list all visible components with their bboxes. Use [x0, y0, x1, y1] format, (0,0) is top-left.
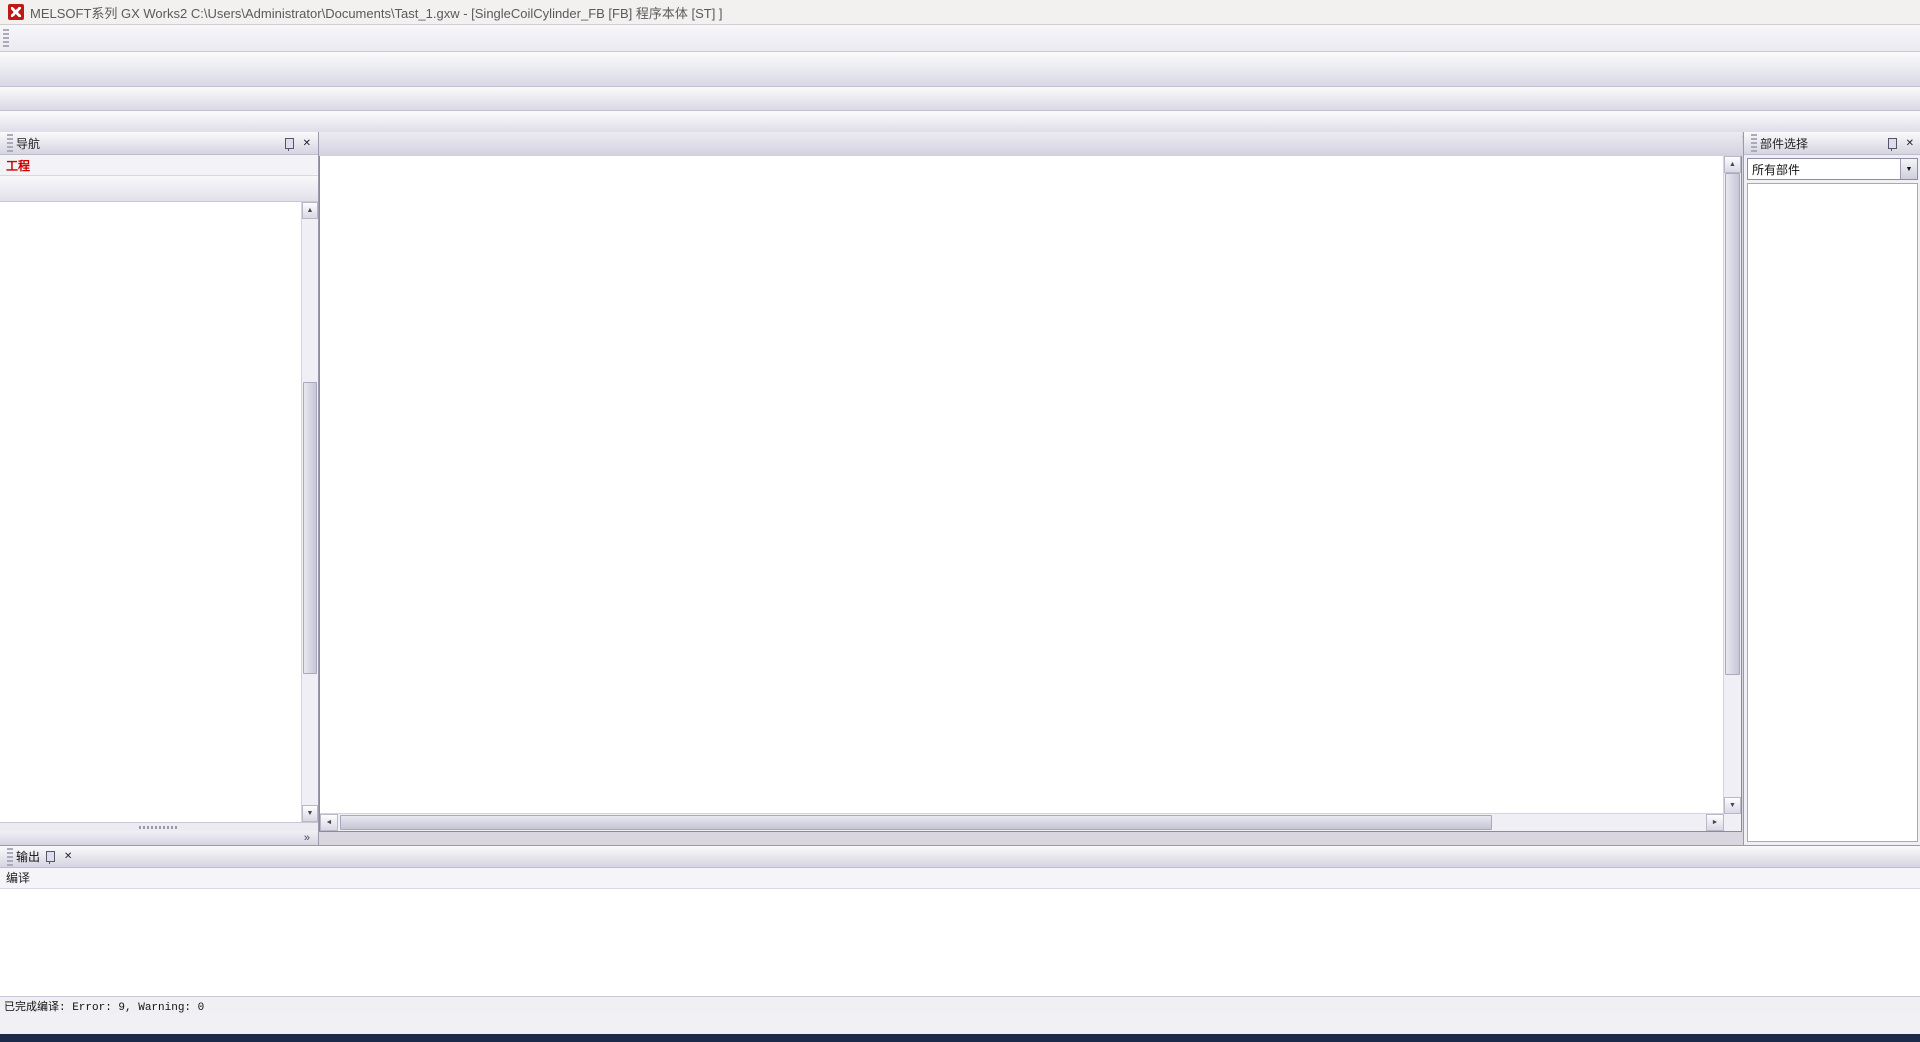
scroll-up-icon[interactable]: ▲: [1724, 156, 1741, 173]
scroll-up-icon[interactable]: ▲: [302, 202, 318, 219]
navigation-overflow[interactable]: »: [0, 831, 318, 845]
chevron-icon[interactable]: »: [304, 832, 310, 844]
project-section-label: 工程: [0, 155, 318, 176]
toolbar-edit-find: [0, 87, 1920, 111]
chevron-down-icon[interactable]: ▼: [1900, 159, 1917, 179]
navigation-panel: 导航 ✕ 工程 ▲ ▼ »: [0, 132, 319, 845]
status-bar: [0, 1014, 1920, 1034]
melsoft-logo-icon: [8, 4, 24, 20]
navigation-toolbar: [0, 176, 318, 202]
scrollbar-corner: [1724, 814, 1741, 831]
pin-icon[interactable]: [46, 851, 55, 862]
gx-works2-window: MELSOFT系列 GX Works2 C:\Users\Administrat…: [0, 0, 1920, 1042]
parts-title: 部件选择: [1760, 135, 1882, 152]
close-icon[interactable]: ✕: [1903, 138, 1917, 149]
toolbar-standard: [0, 52, 1920, 87]
error-table: [0, 889, 1920, 996]
output-header: 输出 ✕: [0, 846, 1920, 868]
project-tree: [0, 204, 302, 822]
title-bar: MELSOFT系列 GX Works2 C:\Users\Administrat…: [0, 0, 1920, 25]
editor-hscroll-thumb[interactable]: [340, 815, 1492, 830]
panel-splitter[interactable]: [0, 823, 318, 831]
editor-vscrollbar[interactable]: ▲ ▼: [1723, 156, 1741, 814]
menu-grip: [3, 29, 9, 47]
window-title: MELSOFT系列 GX Works2 C:\Users\Administrat…: [30, 3, 723, 22]
document-tab-bar: [319, 132, 1742, 157]
pin-icon[interactable]: [285, 138, 294, 149]
parts-filter-value: 所有部件: [1748, 161, 1900, 178]
output-title: 输出: [16, 848, 40, 865]
output-panel: 输出 ✕ 编译 已完成编译: Error: 9, Warning: 0: [0, 845, 1920, 1015]
output-tab-row: 编译: [0, 868, 1920, 889]
scroll-right-icon[interactable]: ►: [1706, 814, 1724, 831]
project-tree-wrap: ▲ ▼: [0, 202, 318, 823]
tree-scroll-thumb[interactable]: [303, 382, 317, 674]
parts-header: 部件选择 ✕: [1744, 132, 1920, 155]
parts-selection-panel: 部件选择 ✕ 所有部件 ▼: [1743, 132, 1920, 845]
panel-grip: [7, 134, 13, 152]
parts-filter-combo[interactable]: 所有部件 ▼: [1747, 158, 1918, 180]
close-icon[interactable]: ✕: [61, 851, 75, 862]
st-editor: ▲ ▼ ◄ ►: [319, 156, 1742, 832]
document-area: ▲ ▼ ◄ ►: [319, 132, 1742, 845]
scroll-left-icon[interactable]: ◄: [320, 814, 338, 831]
taskbar-edge: [0, 1034, 1920, 1042]
navigation-title: 导航: [16, 135, 279, 152]
navigation-header: 导航 ✕: [0, 132, 318, 155]
panel-grip: [7, 848, 13, 866]
editor-vscroll-thumb[interactable]: [1725, 173, 1740, 675]
compile-status-line: 已完成编译: Error: 9, Warning: 0: [0, 996, 1920, 1015]
code-area[interactable]: [320, 156, 1724, 814]
compile-tab[interactable]: 编译: [2, 867, 40, 888]
menu-bar: [0, 25, 1920, 52]
tree-scrollbar[interactable]: ▲ ▼: [301, 202, 318, 822]
scroll-down-icon[interactable]: ▼: [1724, 797, 1741, 814]
parts-tree: [1747, 183, 1918, 842]
pin-icon[interactable]: [1888, 138, 1897, 149]
scroll-down-icon[interactable]: ▼: [302, 805, 318, 822]
editor-hscrollbar[interactable]: ◄ ►: [320, 813, 1724, 831]
panel-grip: [1751, 134, 1757, 152]
main-area: 导航 ✕ 工程 ▲ ▼ »: [0, 132, 1920, 845]
close-icon[interactable]: ✕: [300, 138, 314, 149]
